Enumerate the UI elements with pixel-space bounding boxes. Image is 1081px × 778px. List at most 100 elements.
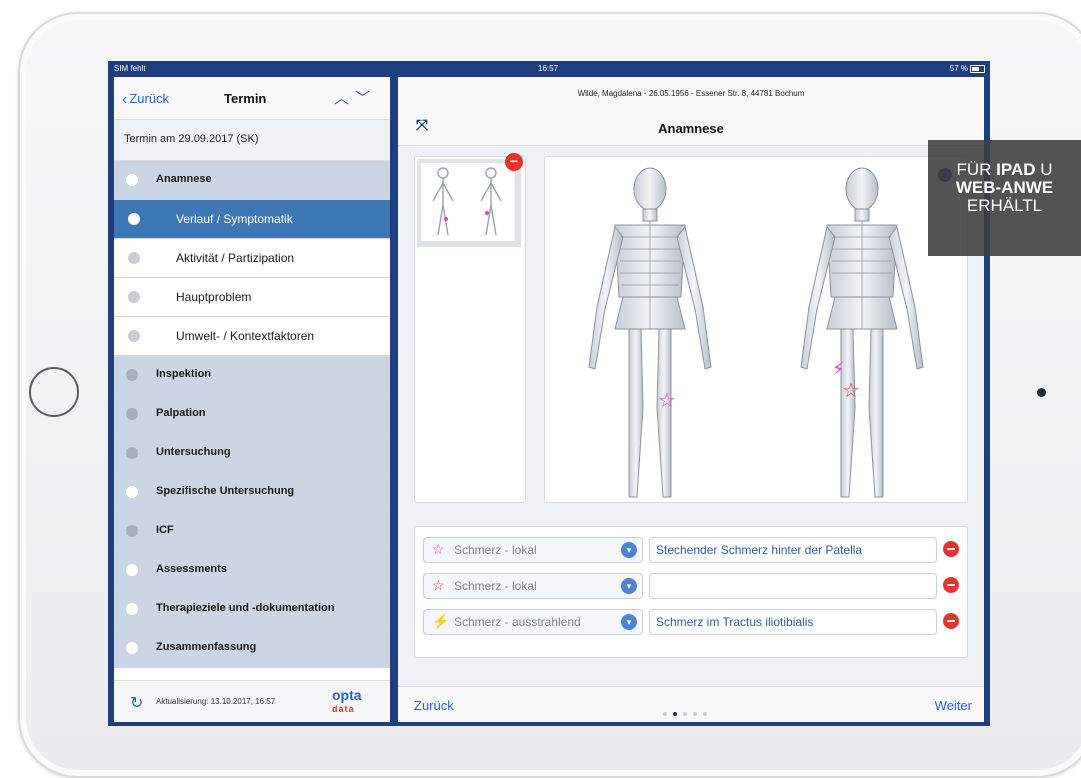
page-dot[interactable] [673,712,677,716]
anamnesis-panel: Wilde, Magdalena - 26.05.1956 - Essener … [398,77,984,722]
sidebar-item-label: Umwelt- / Kontextfaktoren [176,329,315,343]
sidebar-item-label: Untersuchung [156,446,231,458]
overlay-text-b: IPAD [996,160,1036,179]
sidebar-item[interactable]: Hauptproblem [114,278,390,317]
status-dot-icon [126,447,138,459]
update-timestamp: Aktualisierung: 13.10.2017, 16:57 [156,697,276,706]
symptom-description: Stechender Schmerz hinter der Patella [656,543,863,557]
body-thumbnail[interactable]: − [417,153,523,247]
appointment-panel: ‹ Zurück Termin ︿﹀ Termin am 29.09.2017 (… [114,77,390,722]
symptom-type-label: Schmerz - lokal [454,579,537,593]
status-dot-icon [126,408,138,420]
pain-marker-front[interactable]: ☆ [658,388,676,412]
status-dot-icon [128,291,140,303]
remove-thumbnail-icon[interactable]: − [505,153,523,171]
sidebar-item[interactable]: Verlauf / Symptomatik [114,200,390,239]
symptom-row: ☆ Schmerz - lokal ▾ Stechender Schmerz hint… [423,537,963,563]
symptom-type-label: Schmerz - lokal [454,543,537,557]
page-dot[interactable] [683,712,687,716]
refresh-icon[interactable]: ↻ [130,693,143,713]
symptom-description-field[interactable]: Schmerz im Tractus iliotibialis [649,609,937,635]
overlay-text-c: U [1035,160,1053,179]
next-button[interactable]: Weiter [935,698,972,713]
page-title: Anamnese [658,121,724,136]
battery-icon [970,65,985,73]
sidebar-item[interactable]: Inspektion [114,356,390,395]
sidebar-item[interactable]: Untersuchung [114,434,390,473]
sidebar-item-label: ICF [156,524,174,536]
symptom-symbol-icon: ☆ [432,577,445,593]
chevron-up-icon[interactable]: ︿ [334,90,355,107]
symptom-description: Schmerz im Tractus iliotibialis [656,615,814,629]
chevron-down-icon[interactable]: ▾ [621,578,637,594]
back-button[interactable]: ‹ Zurück [122,90,169,108]
remove-row-icon[interactable] [943,577,959,593]
carrier-text: SIM fehlt [114,64,146,73]
page-dot[interactable] [663,712,667,716]
sidebar-item-label: Palpation [156,407,206,419]
status-dot-icon [126,486,138,498]
page-dot[interactable] [693,712,697,716]
symptom-description-field[interactable]: Stechender Schmerz hinter der Patella [649,537,937,563]
sidebar-item[interactable]: Therapieziele und -dokumentation [114,590,390,629]
sidebar-item[interactable]: Zusammenfassung [114,629,390,668]
ipad-screen: SIM fehlt 16:57 57 % ‹ Zurück Termin ︿﹀ T… [108,61,990,726]
logo-top: opta [332,687,362,703]
page-dot[interactable] [703,712,707,716]
body-chart[interactable]: ☆ ☆ ⚡ [544,156,968,503]
up-down-arrows[interactable]: ︿﹀ [334,87,376,108]
remove-row-icon[interactable] [943,541,959,557]
right-footer: Zurück Weiter [398,686,984,722]
frame-divider [390,77,398,726]
sidebar-item[interactable]: Aktivität / Partizipation [114,239,390,278]
symptom-type-select[interactable]: ⚡ Schmerz - ausstrahlend ▾ [423,609,643,635]
symptom-row: ☆ Schmerz - lokal ▾ [423,573,963,599]
page-indicator[interactable] [660,703,710,721]
clock: 16:57 [538,64,559,73]
section-list: Anamnese Verlauf / Symptomatik Aktivität /… [114,161,390,668]
right-header: Wilde, Magdalena - 26.05.1956 - Essener … [398,77,984,146]
radiating-pain-marker[interactable]: ⚡ [832,359,845,380]
sidebar-item-label: Verlauf / Symptomatik [176,212,293,226]
symptom-description-field[interactable] [649,573,937,599]
appointment-date: Termin am 29.09.2017 (SK) [114,120,390,161]
status-dot-icon [126,369,138,381]
sidebar-item[interactable]: Umwelt- / Kontextfaktoren [114,317,390,356]
home-button[interactable] [29,367,79,417]
left-title: Termin [224,91,267,106]
status-dot-icon [126,564,138,576]
sidebar-item[interactable]: Spezifische Untersuchung [114,473,390,512]
skeleton-thumbnail-icon [432,167,502,236]
patient-info: Wilde, Magdalena - 26.05.1956 - Essener … [577,89,805,98]
status-dot-icon [128,330,140,342]
sidebar-item[interactable]: Anamnese [114,161,390,200]
status-dot-icon [126,642,138,654]
sidebar-item-label: Aktivität / Partizipation [176,251,295,265]
chevron-down-icon[interactable]: ▾ [621,542,637,558]
appointment-date-text: Termin am 29.09.2017 (SK) [124,133,259,145]
sidebar-item-label: Assessments [156,563,227,575]
pain-marker-back[interactable]: ☆ [842,378,860,402]
sidebar-item[interactable]: Palpation [114,395,390,434]
remove-row-icon[interactable] [943,613,959,629]
left-footer: ↻ Aktualisierung: 13.10.2017, 16:57 opta… [114,680,390,722]
opta-data-logo: opta data [332,688,362,716]
status-dot-icon [126,525,138,537]
sidebar-item[interactable]: Assessments [114,551,390,590]
symptom-type-select[interactable]: ☆ Schmerz - lokal ▾ [423,537,643,563]
chevron-down-icon[interactable]: ﹀ [355,90,376,107]
content-area: − ☆ ☆ ⚡ ☆ Schmerz - lokal ▾ Stechender S… [398,146,984,686]
sidebar-item[interactable]: ICF [114,512,390,551]
overlay-text-a: FÜR [956,160,997,179]
symptom-type-select[interactable]: ☆ Schmerz - lokal ▾ [423,573,643,599]
thumbnail-column: − [414,153,526,503]
sidebar-item-label: Anamnese [156,173,212,185]
status-bar: SIM fehlt 16:57 57 % [108,61,990,77]
footer-back-button[interactable]: Zurück [414,698,454,713]
status-dot-icon [128,252,140,264]
status-dot-icon [126,603,138,615]
frame-bottom [108,722,990,726]
symptom-row: ⚡ Schmerz - ausstrahlend ▾ Schmerz im Tract… [423,609,963,635]
chevron-down-icon[interactable]: ▾ [621,614,637,630]
status-dot-icon [128,213,140,225]
